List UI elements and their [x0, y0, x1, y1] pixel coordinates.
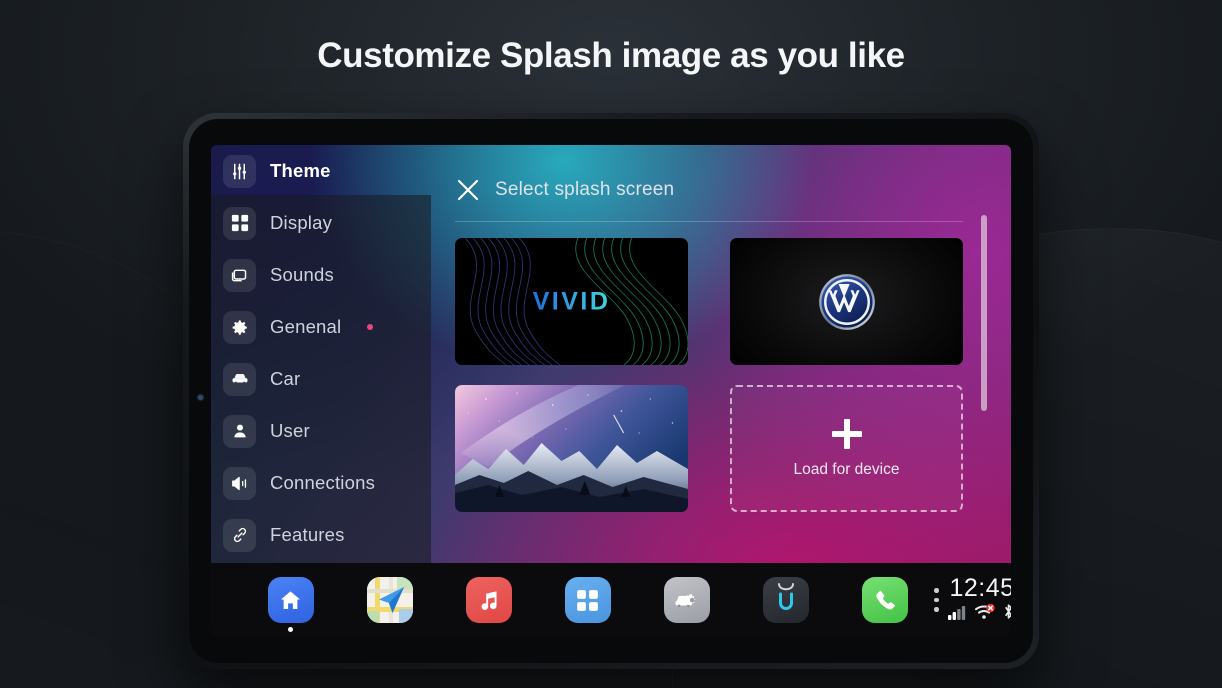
wifi-off-icon	[974, 603, 996, 625]
link-icon	[223, 518, 256, 552]
splash-option-vivid[interactable]: VIVID	[455, 238, 688, 365]
active-indicator-dot	[288, 627, 293, 632]
sidebar-item-user[interactable]: User	[211, 405, 431, 457]
system-dock: 12:45	[211, 563, 1011, 637]
bluetooth-icon	[1002, 603, 1011, 625]
status-badge	[367, 324, 374, 330]
header-divider	[455, 221, 963, 222]
person-icon	[223, 414, 256, 448]
pane-title: Select splash screen	[495, 179, 675, 200]
mountain-night-image	[455, 385, 688, 512]
scrollbar-thumb[interactable]	[981, 215, 987, 411]
tablet-screen: Theme Display Sounds Genenal Car User Co…	[211, 145, 1011, 637]
car-settings-icon[interactable]	[663, 577, 710, 623]
phone-icon[interactable]	[861, 577, 908, 623]
sidebar-item-label: Connections	[270, 472, 376, 493]
dock-item-vehicle[interactable]	[637, 577, 736, 623]
pane-header: Select splash screen	[431, 145, 1011, 203]
dock-app-list	[211, 577, 934, 632]
dock-item-phone[interactable]	[835, 577, 934, 623]
sidebar-item-genenal[interactable]: Genenal	[211, 301, 431, 353]
music-note-icon[interactable]	[465, 577, 512, 623]
sidebar-item-theme[interactable]: Theme	[211, 145, 431, 197]
sidebar-item-display[interactable]: Display	[211, 197, 431, 249]
sidebar-item-label: Display	[270, 212, 333, 233]
vw-logo-icon	[818, 273, 875, 330]
home-icon[interactable]	[267, 577, 314, 623]
screens-icon	[223, 258, 256, 292]
splash-option-vw-logo[interactable]	[730, 238, 963, 365]
vivid-wordmark: VIVID	[532, 287, 611, 315]
tablet-bezel: Theme Display Sounds Genenal Car User Co…	[189, 119, 1033, 663]
tablet-device-frame: Theme Display Sounds Genenal Car User Co…	[183, 113, 1039, 669]
sidebar-item-car[interactable]: Car	[211, 353, 431, 405]
settings-app: Theme Display Sounds Genenal Car User Co…	[211, 145, 1011, 563]
dock-item-apps[interactable]	[538, 577, 637, 623]
sidebar-item-sounds[interactable]: Sounds	[211, 249, 431, 301]
grid-apps-icon[interactable]	[564, 577, 611, 623]
u-logo-icon[interactable]	[762, 577, 809, 623]
status-cluster: 12:45	[947, 573, 1011, 625]
speaker-icon	[223, 466, 256, 500]
sidebar-item-label: Car	[270, 368, 301, 389]
car-icon	[223, 362, 256, 396]
splash-selection-pane: Select splash screen VIVID Load for devi…	[431, 145, 1011, 563]
plus-icon	[831, 418, 862, 449]
close-x-icon[interactable]	[455, 177, 481, 203]
dock-item-u-app[interactable]	[736, 577, 835, 623]
dock-item-home[interactable]	[241, 577, 340, 632]
load-for-device-label: Load for device	[793, 460, 900, 478]
status-area: 12:45	[934, 573, 1011, 625]
status-icon-row	[947, 603, 1011, 625]
page-title: Customize Splash image as you like	[317, 36, 905, 75]
camera-dot	[198, 395, 203, 400]
splash-option-mountain[interactable]	[455, 385, 688, 512]
clock-time: 12:45	[949, 573, 1011, 602]
sidebar-item-label: Sounds	[270, 264, 334, 285]
content-scrollbar[interactable]	[981, 205, 987, 533]
sidebar-item-label: User	[270, 420, 310, 441]
sliders-icon	[223, 154, 256, 188]
sidebar-item-label: Theme	[270, 160, 331, 181]
grid-icon	[223, 206, 256, 240]
navigation-icon[interactable]	[366, 577, 413, 623]
kebab-menu-icon[interactable]	[934, 588, 939, 612]
load-from-device-button[interactable]: Load for device	[730, 385, 963, 512]
sidebar-item-label: Features	[270, 524, 345, 545]
sidebar-item-features[interactable]: Features	[211, 509, 431, 561]
dock-item-maps[interactable]	[340, 577, 439, 623]
settings-sidebar: Theme Display Sounds Genenal Car User Co…	[211, 145, 431, 563]
splash-thumbnail-grid: VIVID Load for device	[455, 238, 963, 512]
signal-bars-icon	[947, 605, 968, 625]
dock-item-music[interactable]	[439, 577, 538, 623]
sidebar-item-connections[interactable]: Connections	[211, 457, 431, 509]
gear-icon	[223, 310, 256, 344]
sidebar-item-label: Genenal	[270, 316, 342, 337]
